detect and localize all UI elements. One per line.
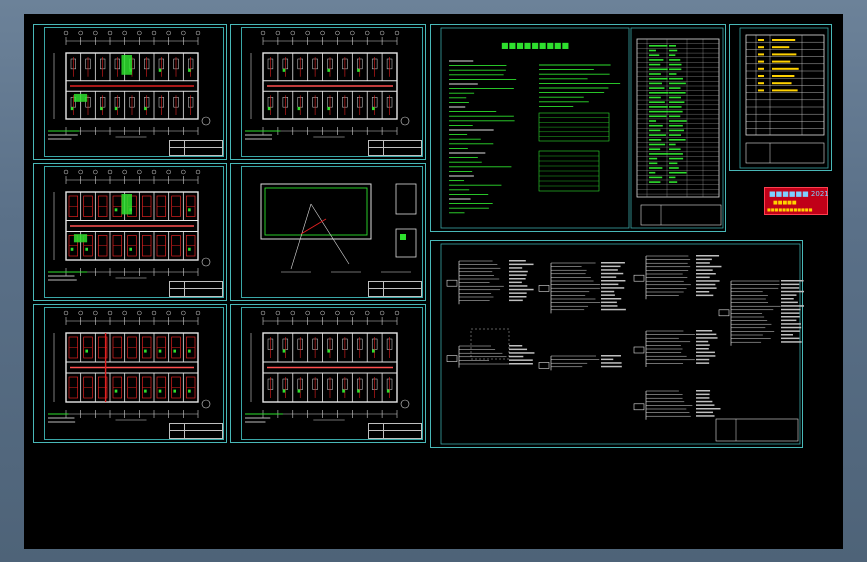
title-block [169, 140, 223, 156]
cad-model-space[interactable]: ■■■■■■■■■ ■■■■■■ 2021 ■■■■■ ■■■■■■■■■■■■ [24, 14, 843, 549]
floor-plan-sheet-3[interactable] [33, 163, 227, 301]
drawing-index-table [739, 27, 829, 169]
floor-plan-sheet-4[interactable] [33, 304, 227, 443]
title-block [368, 281, 422, 297]
notes-title: ■■■■■■■■■ [501, 41, 570, 50]
title-block [169, 281, 223, 297]
system-diagram-sheet[interactable] [430, 240, 804, 448]
watermark-stamp: ■■■■■■ 2021 ■■■■■ ■■■■■■■■■■■■ [764, 187, 829, 215]
roof-plan-sheet[interactable] [230, 163, 426, 301]
floor-plan-sheet-1[interactable] [33, 24, 227, 160]
drawing-index-sheet[interactable] [729, 24, 832, 171]
title-block [368, 423, 422, 439]
design-notes-sheet[interactable]: ■■■■■■■■■ [430, 24, 726, 232]
title-block [368, 140, 422, 156]
title-block [169, 423, 223, 439]
system-diagram-drawing [440, 243, 804, 445]
floor-plan-sheet-2[interactable] [230, 24, 426, 160]
design-notes-drawing [440, 27, 724, 229]
floor-plan-sheet-5[interactable] [230, 304, 426, 443]
